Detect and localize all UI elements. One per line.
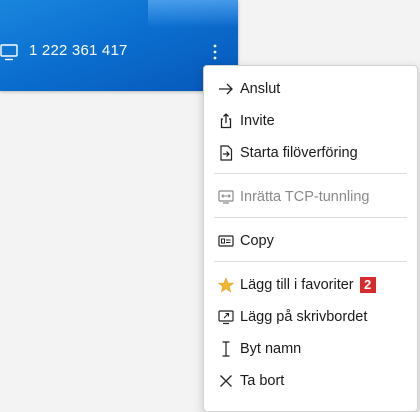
context-menu: Anslut Invite Starta filöverföring Inrät… [203,65,418,412]
text-cursor-icon [217,340,235,358]
menu-separator [214,261,407,262]
star-icon [217,276,235,294]
copy-id-icon [217,232,235,250]
desktop-shortcut-icon [217,308,235,326]
menu-item-rename[interactable]: Byt namn [204,336,417,362]
monitor-icon [0,44,18,61]
share-icon [217,112,235,130]
menu-separator [214,217,407,218]
menu-separator [214,173,407,174]
menu-item-invite[interactable]: Invite [204,108,417,134]
step-badge: 2 [359,277,376,293]
menu-item-label: Lägg till i favoriter [240,277,354,293]
menu-item-delete[interactable]: Ta bort [204,368,417,394]
wallpaper-highlight [148,0,238,28]
menu-item-label: Lägg på skrivbordet [240,309,368,325]
menu-item-label: Ta bort [240,373,285,389]
tcp-tunnel-icon [217,188,235,206]
menu-item-label: Inrätta TCP-tunnling [240,189,370,205]
menu-item-label: Anslut [240,81,281,97]
file-transfer-icon [217,144,235,162]
menu-item-label: Starta filöverföring [240,145,358,161]
menu-item-connect[interactable]: Anslut [204,76,417,102]
more-vertical-icon[interactable] [212,43,218,61]
close-icon [217,372,235,390]
menu-item-label: Invite [240,113,275,129]
menu-item-add-favorite[interactable]: Lägg till i favoriter 2 [204,272,417,298]
menu-item-tcp-tunnel: Inrätta TCP-tunnling [204,184,417,210]
menu-item-label: Copy [240,233,274,249]
arrow-right-icon [217,80,235,98]
menu-item-copy[interactable]: Copy [204,228,417,254]
device-id: 1 222 361 417 [29,42,128,59]
menu-item-file-transfer[interactable]: Starta filöverföring [204,140,417,166]
menu-item-label: Byt namn [240,341,302,357]
menu-item-desktop-shortcut[interactable]: Lägg på skrivbordet [204,304,417,330]
